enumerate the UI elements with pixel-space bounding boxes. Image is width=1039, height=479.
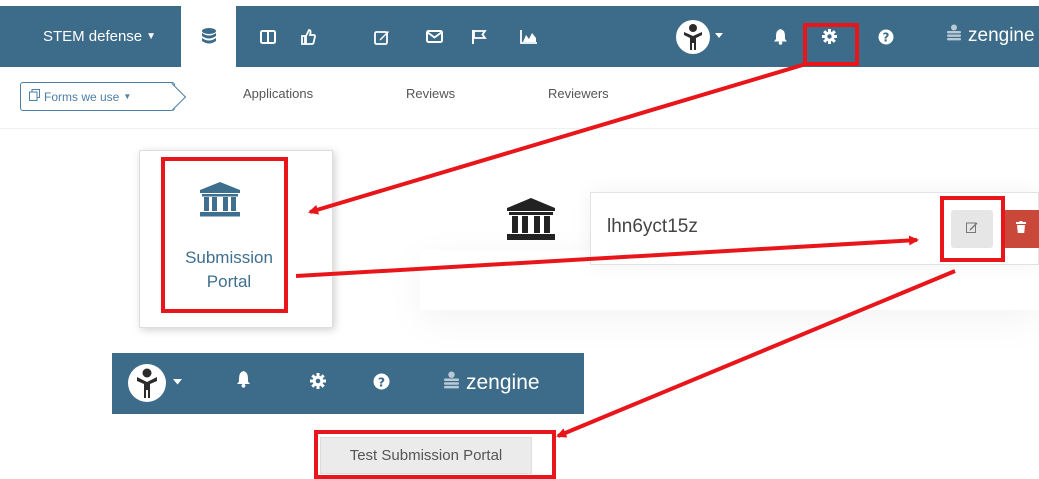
tab-reviewers[interactable]: Reviewers	[548, 86, 609, 101]
nav-thumbs-up-button[interactable]	[288, 6, 328, 67]
forms-label: Forms we use	[44, 89, 120, 104]
workspace-dropdown-button[interactable]: STEM defense ▼	[18, 6, 181, 67]
user-stack-icon	[946, 24, 962, 47]
user-stack-icon	[443, 371, 460, 395]
avatar-icon	[675, 18, 729, 56]
account-avatar-dropdown[interactable]	[126, 362, 204, 409]
svg-text:?: ?	[378, 374, 385, 389]
highlight-box-menu-item	[314, 430, 556, 479]
bell-icon[interactable]	[236, 370, 251, 393]
nav-columns-button[interactable]	[248, 6, 288, 67]
trash-icon	[1016, 220, 1026, 238]
user-menu[interactable]: zengine	[946, 24, 1035, 47]
nav-notifications-button[interactable]	[760, 6, 800, 67]
svg-text:?: ?	[883, 30, 890, 44]
institution-icon	[506, 197, 556, 246]
edit-icon	[374, 29, 390, 45]
nav-edit-button[interactable]	[362, 6, 402, 67]
highlight-box-portal-card	[161, 157, 288, 313]
portal-name: lhn6yct15z	[607, 216, 698, 237]
tab-reviews[interactable]: Reviews	[406, 86, 455, 101]
envelope-icon	[425, 30, 443, 43]
caret-down-icon: ▼	[123, 92, 132, 101]
bell-icon	[773, 28, 788, 45]
workspace-label: STEM defense	[42, 28, 143, 45]
tab-applications[interactable]: Applications	[243, 86, 313, 101]
account-avatar-dropdown[interactable]	[674, 6, 730, 67]
copy-icon	[29, 89, 40, 104]
username-label: zengine	[466, 371, 540, 394]
top-navbar: STEM defense ▼ ? zengine	[0, 0, 1039, 67]
columns-icon	[260, 29, 276, 44]
nav-help-button[interactable]: ?	[866, 6, 906, 67]
highlight-box-edit	[940, 196, 1005, 262]
username-label: zengine	[968, 24, 1035, 46]
database-icon	[201, 27, 217, 47]
chart-icon	[520, 29, 538, 44]
user-menu[interactable]: zengine	[443, 371, 540, 395]
thumbs-up-icon	[300, 28, 316, 45]
delete-portal-button[interactable]	[1003, 210, 1039, 248]
help-icon: ?	[878, 29, 894, 45]
caret-down-icon: ▼	[146, 31, 157, 42]
highlight-box-settings	[803, 23, 859, 66]
forms-dropdown-button[interactable]: Forms we use ▼	[20, 82, 175, 111]
flag-icon	[471, 29, 487, 44]
nav-database-button[interactable]	[181, 6, 236, 67]
nav-flag-button[interactable]	[459, 6, 499, 67]
help-icon[interactable]: ?	[373, 373, 390, 395]
nav-chart-button[interactable]	[509, 6, 549, 67]
gear-icon[interactable]	[310, 373, 326, 394]
nav-mail-button[interactable]	[414, 6, 454, 67]
